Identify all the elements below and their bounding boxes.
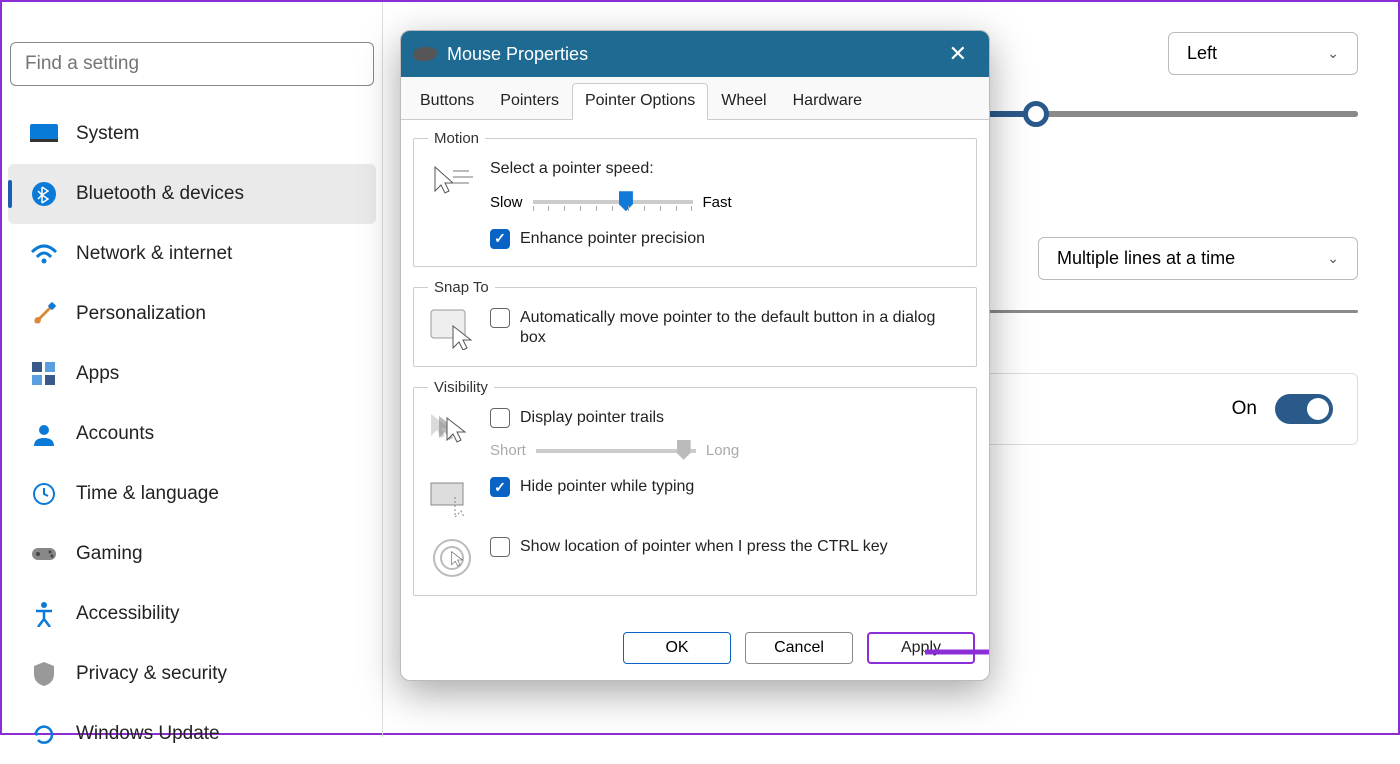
sidebar-item-apps[interactable]: Apps xyxy=(8,344,376,404)
dialog-button-row: OK Cancel Apply xyxy=(401,622,989,680)
bluetooth-icon xyxy=(30,182,58,206)
sidebar-item-label: Network & internet xyxy=(76,243,232,265)
trails-checkbox[interactable] xyxy=(490,408,510,428)
sidebar-item-label: Apps xyxy=(76,363,119,385)
dropdown-value: Left xyxy=(1187,43,1217,64)
fast-label: Fast xyxy=(703,194,732,211)
cancel-button[interactable]: Cancel xyxy=(745,632,853,664)
pointer-speed-slider[interactable] xyxy=(533,200,693,204)
speed-label: Select a pointer speed: xyxy=(490,159,962,180)
sidebar-item-label: Accessibility xyxy=(76,603,179,625)
search-box[interactable] xyxy=(10,42,374,86)
group-legend: Motion xyxy=(428,130,485,147)
dialog-title: Mouse Properties xyxy=(447,44,588,65)
tab-hardware[interactable]: Hardware xyxy=(780,83,875,119)
sidebar-item-personalization[interactable]: Personalization xyxy=(8,284,376,344)
visibility-group: Visibility Display pointer trails Short xyxy=(413,379,977,597)
mouse-properties-dialog: Mouse Properties ✕ Buttons Pointers Poin… xyxy=(400,30,990,681)
close-button[interactable]: ✕ xyxy=(939,37,977,71)
settings-sidebar: System Bluetooth & devices Network & int… xyxy=(2,2,382,737)
sidebar-item-accounts[interactable]: Accounts xyxy=(8,404,376,464)
snap-icon xyxy=(428,308,476,350)
sidebar-item-label: Personalization xyxy=(76,303,206,325)
scroll-dropdown[interactable]: Multiple lines at a time ⌄ xyxy=(1038,237,1358,280)
sidebar-item-network[interactable]: Network & internet xyxy=(8,224,376,284)
trails-icon xyxy=(428,408,476,450)
pointer-speed-icon xyxy=(428,159,476,201)
tab-pointers[interactable]: Pointers xyxy=(487,83,572,119)
primary-button-dropdown[interactable]: Left ⌄ xyxy=(1168,32,1358,75)
sidebar-item-label: Time & language xyxy=(76,483,219,505)
dialog-tabs: Buttons Pointers Pointer Options Wheel H… xyxy=(401,77,989,120)
toggle-label: On xyxy=(1232,398,1257,420)
slow-label: Slow xyxy=(490,194,523,211)
annotation-arrow xyxy=(921,638,990,666)
wifi-icon xyxy=(30,242,58,266)
hide-typing-icon xyxy=(428,477,476,519)
ctrl-locate-checkbox[interactable] xyxy=(490,537,510,557)
chevron-down-icon: ⌄ xyxy=(1327,250,1339,267)
sidebar-item-label: Gaming xyxy=(76,543,143,565)
chevron-down-icon: ⌄ xyxy=(1327,45,1339,62)
dialog-titlebar[interactable]: Mouse Properties ✕ xyxy=(401,31,989,77)
mouse-icon xyxy=(412,47,438,61)
toggle-switch[interactable] xyxy=(1275,394,1333,424)
ok-button[interactable]: OK xyxy=(623,632,731,664)
short-label: Short xyxy=(490,442,526,459)
dropdown-value: Multiple lines at a time xyxy=(1057,248,1235,269)
tab-wheel[interactable]: Wheel xyxy=(708,83,779,119)
gamepad-icon xyxy=(30,542,58,566)
update-icon xyxy=(30,722,58,746)
sidebar-item-update[interactable]: Windows Update xyxy=(8,704,376,764)
accessibility-icon xyxy=(30,602,58,626)
trails-label: Display pointer trails xyxy=(520,408,664,429)
group-legend: Visibility xyxy=(428,379,494,396)
sidebar-item-time[interactable]: Time & language xyxy=(8,464,376,524)
slider-thumb[interactable] xyxy=(1023,101,1049,127)
hide-label: Hide pointer while typing xyxy=(520,477,694,498)
sidebar-item-bluetooth[interactable]: Bluetooth & devices xyxy=(8,164,376,224)
long-label: Long xyxy=(706,442,739,459)
snap-group: Snap To Automatically move pointer to th… xyxy=(413,279,977,367)
shield-icon xyxy=(30,662,58,686)
tab-pointer-options[interactable]: Pointer Options xyxy=(572,83,708,120)
search-input[interactable] xyxy=(25,53,359,75)
hide-typing-checkbox[interactable] xyxy=(490,477,510,497)
sidebar-item-label: Windows Update xyxy=(76,723,220,745)
sidebar-item-label: Privacy & security xyxy=(76,663,227,685)
enhance-precision-checkbox[interactable] xyxy=(490,229,510,249)
snap-label: Automatically move pointer to the defaul… xyxy=(520,308,962,350)
sidebar-item-privacy[interactable]: Privacy & security xyxy=(8,644,376,704)
motion-group: Motion Select a pointer speed: Slow Fast xyxy=(413,130,977,267)
clock-icon xyxy=(30,482,58,506)
brush-icon xyxy=(30,302,58,326)
person-icon xyxy=(30,422,58,446)
group-legend: Snap To xyxy=(428,279,495,296)
apps-icon xyxy=(30,362,58,386)
monitor-icon xyxy=(30,122,58,146)
trails-slider xyxy=(536,449,696,453)
sidebar-item-label: Accounts xyxy=(76,423,154,445)
ctrl-label: Show location of pointer when I press th… xyxy=(520,537,888,558)
sidebar-item-system[interactable]: System xyxy=(8,104,376,164)
sidebar-item-accessibility[interactable]: Accessibility xyxy=(8,584,376,644)
tab-buttons[interactable]: Buttons xyxy=(407,83,487,119)
sidebar-item-label: Bluetooth & devices xyxy=(76,183,244,205)
sidebar-item-label: System xyxy=(76,123,139,145)
enhance-label: Enhance pointer precision xyxy=(520,229,705,250)
sidebar-item-gaming[interactable]: Gaming xyxy=(8,524,376,584)
snap-checkbox[interactable] xyxy=(490,308,510,328)
ctrl-locate-icon xyxy=(428,537,476,579)
